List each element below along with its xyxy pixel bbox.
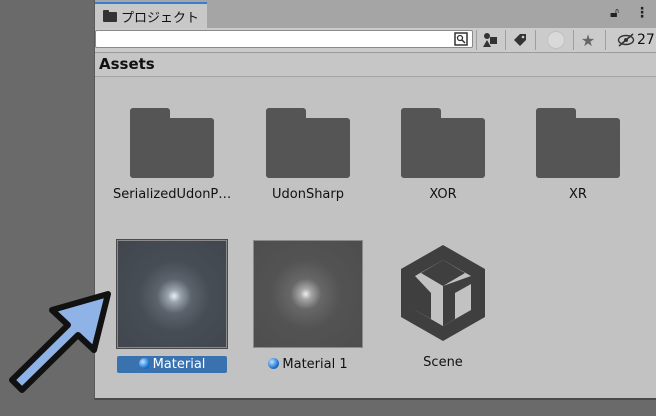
asset-label: SerializedUdonP… xyxy=(113,187,232,202)
project-window: プロジェクト 🔓︎ ⋮ ★ 27 Assets SerializedUdonP…… xyxy=(94,0,656,400)
asset-scene[interactable]: Scene xyxy=(378,240,508,371)
tab-project[interactable]: プロジェクト xyxy=(95,2,207,28)
asset-label: UdonSharp xyxy=(271,187,344,202)
hidden-eye-icon xyxy=(617,33,635,47)
folder-icon xyxy=(401,108,485,178)
breadcrumb[interactable]: Assets xyxy=(95,53,656,77)
pointer-arrow-annotation xyxy=(9,291,111,393)
asset-folder-xr[interactable]: XR xyxy=(513,108,643,203)
filter-by-type-icon[interactable] xyxy=(479,30,501,50)
asset-folder-udonsharp[interactable]: UdonSharp xyxy=(243,108,373,203)
toolbar-divider xyxy=(605,30,606,50)
search-input[interactable] xyxy=(95,30,473,48)
asset-label: Scene xyxy=(423,355,463,370)
log-types-icon[interactable] xyxy=(545,30,567,50)
more-options-icon[interactable]: ⋮ xyxy=(635,5,649,21)
asset-label: XR xyxy=(569,187,587,202)
unity-scene-icon xyxy=(393,240,493,346)
asset-folder-xor[interactable]: XOR xyxy=(378,108,508,203)
asset-label: XOR xyxy=(429,187,457,202)
tab-bar: プロジェクト 🔓︎ ⋮ xyxy=(95,0,656,28)
folder-icon xyxy=(536,108,620,178)
toolbar-divider xyxy=(476,30,477,50)
favorite-star-icon[interactable]: ★ xyxy=(577,30,599,50)
asset-label: Material 1 xyxy=(262,356,353,373)
material-1-label: Material 1 xyxy=(282,357,348,372)
toolbar-divider xyxy=(505,30,506,50)
folder-icon xyxy=(130,108,214,178)
label-tag-icon[interactable] xyxy=(509,30,531,50)
material-preview xyxy=(117,240,227,348)
tab-project-label: プロジェクト xyxy=(121,10,200,26)
folder-icon xyxy=(266,108,350,178)
material-label: Material xyxy=(152,357,206,372)
material-preview xyxy=(253,240,363,348)
toolbar-divider xyxy=(535,30,536,50)
material-sphere-icon xyxy=(268,358,280,369)
lock-icon[interactable]: 🔓︎ xyxy=(610,5,619,21)
asset-material[interactable]: Material xyxy=(107,240,237,373)
toolbar-divider xyxy=(573,30,574,50)
asset-label-selected: Material xyxy=(117,356,227,373)
material-sphere-icon xyxy=(138,358,150,369)
hidden-packages-toggle[interactable]: 27 xyxy=(617,30,655,50)
search-by-type-icon[interactable] xyxy=(451,30,471,48)
asset-folder-serializedudon[interactable]: SerializedUdonP… xyxy=(107,108,237,203)
toolbar: ★ 27 xyxy=(95,28,656,53)
folder-icon xyxy=(103,10,117,22)
asset-material-1[interactable]: Material 1 xyxy=(243,240,373,373)
asset-grid: SerializedUdonP… UdonSharp XOR XR Materi… xyxy=(95,78,656,396)
hidden-count: 27 xyxy=(637,32,655,48)
